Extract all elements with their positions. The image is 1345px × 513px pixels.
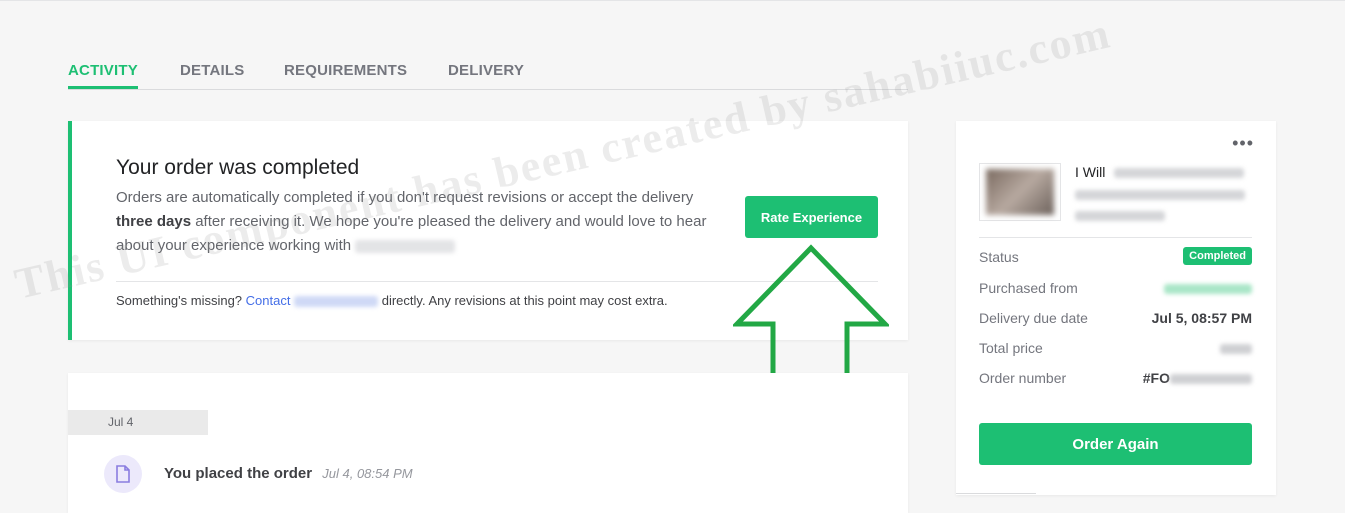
order-again-button[interactable]: Order Again (979, 423, 1252, 465)
gig-title-redacted-3 (1075, 211, 1165, 221)
gig-thumbnail[interactable] (979, 163, 1061, 221)
status-badge: Completed (1183, 247, 1252, 265)
delivery-due-value: Jul 5, 08:57 PM (1151, 310, 1252, 326)
contact-seller-link[interactable]: Contact (246, 293, 291, 308)
activity-event: You placed the order Jul 4, 08:54 PM (164, 465, 413, 482)
tab-activity[interactable]: ACTIVITY (68, 62, 138, 89)
order-summary-card: ••• I Will Status Completed Purchased fr… (956, 121, 1276, 495)
completed-footer: Something's missing? Contact directly. A… (116, 293, 668, 308)
document-icon (104, 455, 142, 493)
gig-title[interactable]: I Will (1075, 164, 1105, 180)
more-dots-icon[interactable]: ••• (1232, 133, 1254, 154)
seller-name-redacted (355, 239, 456, 253)
completed-text-1: Orders are automatically completed if yo… (116, 189, 694, 206)
date-chip: Jul 4 (68, 410, 208, 435)
purchased-from-label: Purchased from (979, 280, 1078, 296)
activity-card: Jul 4 You placed the order Jul 4, 08:54 … (68, 373, 908, 513)
tab-details[interactable]: DETAILS (180, 62, 244, 88)
seller-link-redacted[interactable] (294, 296, 379, 308)
tab-delivery[interactable]: DELIVERY (448, 62, 524, 88)
total-price-label: Total price (979, 340, 1043, 356)
side-card-bottom-line (956, 493, 1036, 494)
order-number-redacted (1170, 374, 1252, 384)
top-divider (0, 0, 1345, 1)
seller-username-redacted[interactable] (1164, 284, 1252, 294)
total-price-redacted (1220, 344, 1252, 354)
rate-experience-button[interactable]: Rate Experience (745, 196, 878, 238)
order-number-label: Order number (979, 370, 1067, 386)
event-time: Jul 4, 08:54 PM (322, 466, 413, 481)
gig-title-redacted-1 (1114, 168, 1244, 178)
footer-prefix: Something's missing? (116, 293, 243, 308)
status-label: Status (979, 249, 1019, 265)
completed-description: Orders are automatically completed if yo… (116, 186, 736, 258)
gig-title-redacted-2 (1075, 190, 1245, 200)
completed-text-bold: three days (116, 213, 192, 230)
summary-divider (979, 237, 1252, 238)
event-text: You placed the order (164, 465, 313, 482)
order-number-prefix: #FO (1142, 370, 1170, 386)
order-tabs: ACTIVITY DETAILS REQUIREMENTS DELIVERY (68, 62, 908, 90)
delivery-due-label: Delivery due date (979, 310, 1088, 326)
footer-suffix: directly. Any revisions at this point ma… (381, 293, 668, 308)
tab-requirements[interactable]: REQUIREMENTS (284, 62, 407, 88)
completed-title: Your order was completed (116, 156, 360, 179)
